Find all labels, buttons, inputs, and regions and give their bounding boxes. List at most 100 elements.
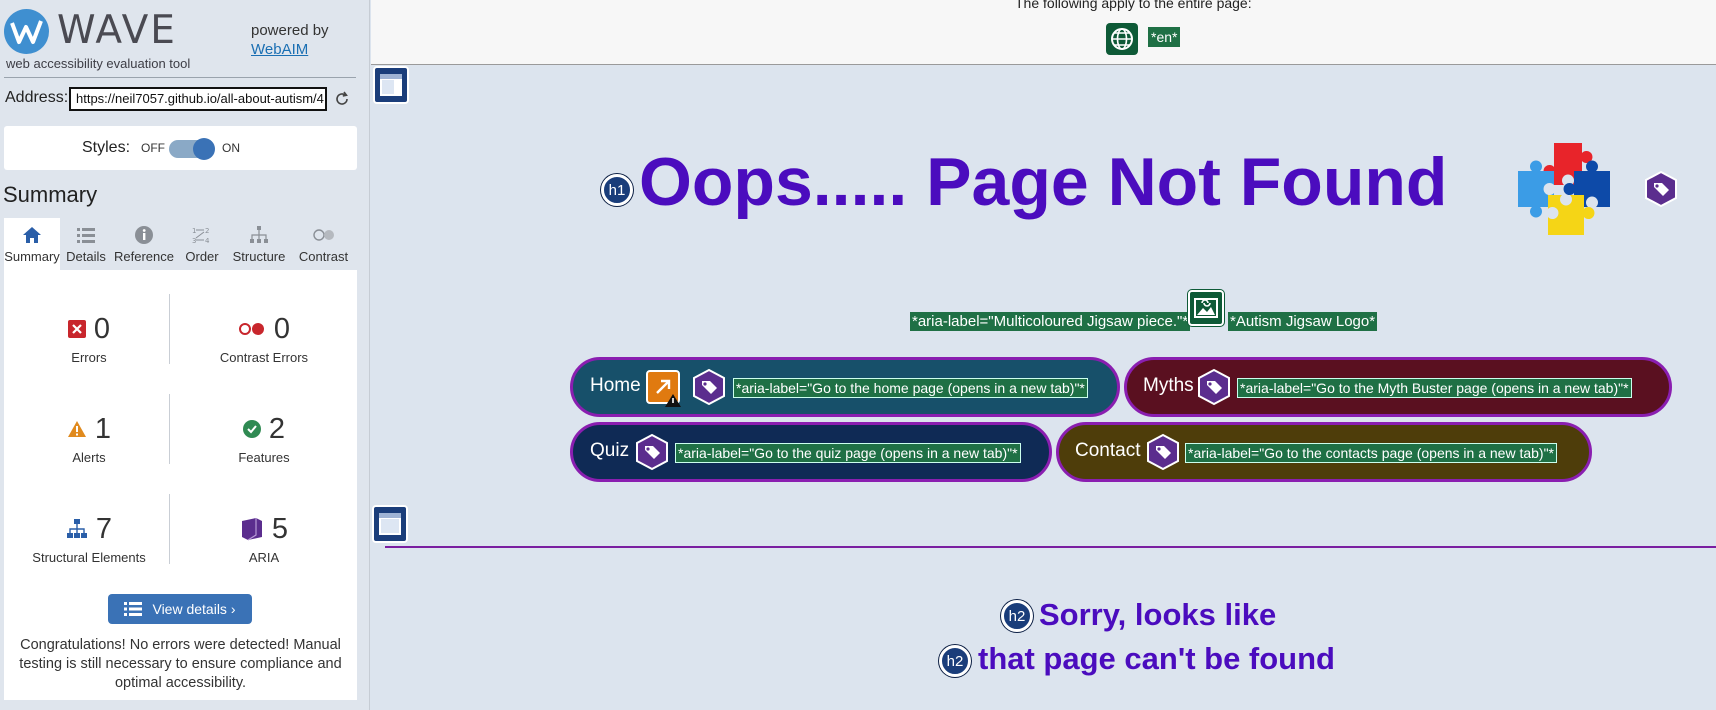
h2-badge-label: h2 (1008, 607, 1026, 625)
h2-icon[interactable]: h2 (939, 645, 971, 677)
nav-contact-label: Contact (1075, 440, 1141, 461)
tab-summary-label: Summary (4, 249, 60, 264)
wave-sidebar: WAVE web accessibility evaluation tool p… (0, 0, 370, 710)
svg-text:3: 3 (192, 237, 196, 245)
tab-reference[interactable]: Reference (112, 218, 176, 270)
wave-subtitle: web accessibility evaluation tool (6, 56, 191, 71)
aria-tag-icon[interactable] (634, 433, 670, 471)
nav-quiz-aria-label: *aria-label="Go to the quiz page (opens … (675, 443, 1021, 463)
tab-details[interactable]: Details (60, 218, 112, 270)
tab-summary[interactable]: Summary (4, 218, 60, 270)
page-heading: Oops..... Page Not Found (639, 144, 1448, 220)
h2-icon[interactable]: h2 (1001, 600, 1033, 632)
main-region-icon[interactable] (372, 505, 408, 543)
tab-contrast-label: Contrast (298, 249, 349, 264)
h1-icon[interactable]: h1 (601, 174, 633, 206)
wave-logo-text: WAVE (57, 8, 177, 53)
nav-home-label: Home (590, 375, 641, 396)
structure-label: Structural Elements (32, 550, 146, 565)
home-icon (23, 227, 41, 243)
errors-stat[interactable]: 0 Errors (9, 312, 169, 365)
features-stat[interactable]: 2 Features (174, 412, 354, 466)
aria-tag-icon[interactable] (691, 368, 727, 406)
tab-structure-label: Structure (232, 249, 286, 264)
page-level-note: The following apply to the entire page: (1015, 0, 1252, 11)
styles-toggle[interactable] (169, 138, 215, 160)
header-region-icon[interactable] (373, 66, 409, 104)
aria-tag-icon[interactable] (1145, 433, 1181, 471)
nav-myths-aria-label: *aria-label="Go to the Myth Buster page … (1237, 378, 1632, 398)
tab-structure[interactable]: Structure (228, 218, 290, 270)
nav-quiz-label: Quiz (590, 440, 630, 461)
logo-aria-label: *aria-label="Multicoloured Jigsaw piece.… (910, 312, 1191, 331)
logo-alt-text: *Autism Jigsaw Logo* (1228, 312, 1378, 331)
list-icon (77, 228, 95, 243)
aria-tag-icon[interactable] (1643, 170, 1679, 208)
aria-count: 5 (271, 512, 289, 545)
tab-reference-label: Reference (114, 249, 174, 264)
toggle-on-label: ON (222, 141, 240, 155)
refresh-icon[interactable] (333, 90, 351, 108)
aria-tag-icon[interactable] (1196, 368, 1232, 406)
toggle-knob (193, 138, 215, 160)
view-details-label: View details › (152, 601, 236, 617)
jigsaw-logo-image (1518, 143, 1610, 235)
new-window-alert-icon[interactable] (646, 370, 682, 408)
webaim-link[interactable]: WebAIM (251, 41, 308, 58)
page-level-bar: The following apply to the entire page: … (371, 0, 1716, 65)
language-badge: *en* (1148, 27, 1181, 47)
toggle-off-label: OFF (141, 141, 165, 155)
feature-check-icon (242, 420, 261, 438)
address-label: Address: (5, 89, 69, 106)
svg-text:4: 4 (205, 237, 210, 245)
errors-count: 0 (93, 312, 111, 345)
aria-stat[interactable]: 5 ARIA (174, 512, 354, 565)
image-alt-icon[interactable] (1188, 290, 1224, 326)
nav-home-aria-label: *aria-label="Go to the home page (opens … (733, 378, 1088, 398)
tab-order[interactable]: 1 2 3 4 Order (176, 218, 228, 270)
features-count: 2 (268, 412, 286, 445)
horizontal-rule (385, 546, 1716, 548)
wave-logo[interactable]: WAVE web accessibility evaluation tool p… (2, 6, 362, 76)
contrast-errors-label: Contrast Errors (219, 350, 309, 365)
order-icon: 1 2 3 4 (192, 227, 210, 245)
svg-text:1: 1 (192, 227, 196, 235)
nav-home-link[interactable]: Home *aria-label="Go to the home page (o… (570, 357, 1120, 417)
structure-stat[interactable]: 7 Structural Elements (9, 512, 169, 566)
list-icon (124, 602, 143, 616)
contrast-errors-count: 0 (273, 312, 291, 345)
nav-myths-link[interactable]: Myths *aria-label="Go to the Myth Buster… (1124, 357, 1672, 417)
nav-quiz-link[interactable]: Quiz *aria-label="Go to the quiz page (o… (570, 422, 1052, 482)
aria-icon (241, 518, 262, 541)
alerts-label: Alerts (72, 450, 106, 465)
contrast-error-icon (238, 323, 264, 335)
contrast-errors-stat[interactable]: 0 Contrast Errors (174, 312, 354, 366)
structure-icon (66, 519, 87, 538)
hierarchy-icon (250, 226, 268, 243)
features-label: Features (238, 450, 290, 465)
nav-contact-aria-label: *aria-label="Go to the contacts page (op… (1185, 443, 1557, 463)
divider (169, 394, 170, 464)
view-details-button[interactable]: View details › (108, 594, 252, 624)
divider (169, 494, 170, 564)
styles-toggle-panel: Styles: OFF ON (4, 126, 357, 170)
summary-title: Summary (3, 182, 98, 207)
wave-logo-icon (4, 9, 49, 54)
contrast-icon (312, 229, 334, 241)
nav-myths-label: Myths (1143, 375, 1194, 396)
tab-contrast[interactable]: Contrast (290, 218, 357, 270)
address-input[interactable]: https://neil7057.github.io/all-about-aut… (69, 87, 327, 111)
tab-details-label: Details (66, 249, 106, 264)
svg-text:2: 2 (205, 227, 209, 235)
summary-panel: 0 Errors 0 Contrast Errors 1 Alerts 2 Fe… (4, 270, 357, 700)
panel-tabs: Summary Details Reference 1 2 3 4 Order Str… (4, 218, 357, 270)
globe-icon[interactable] (1106, 23, 1138, 55)
structure-count: 7 (95, 512, 113, 545)
nav-contact-link[interactable]: Contact *aria-label="Go to the contacts … (1056, 422, 1592, 482)
alerts-stat[interactable]: 1 Alerts (9, 412, 169, 465)
page-preview: The following apply to the entire page: … (371, 0, 1716, 710)
h1-badge-label: h1 (608, 181, 626, 199)
h2-badge-label: h2 (946, 652, 964, 670)
aria-label: ARIA (248, 550, 280, 565)
errors-label: Errors (71, 350, 107, 365)
